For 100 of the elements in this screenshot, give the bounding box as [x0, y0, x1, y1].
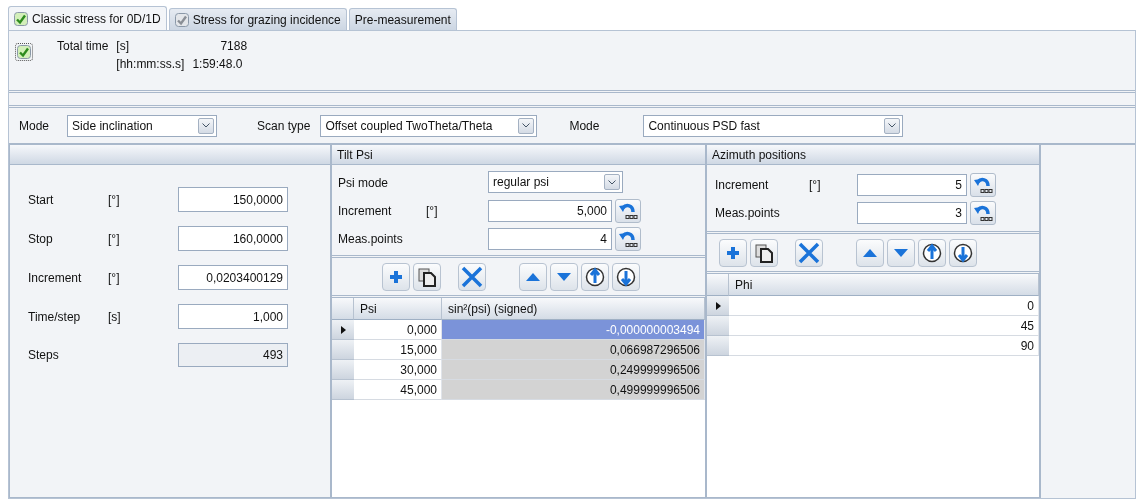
add-button[interactable] — [719, 238, 747, 267]
tab[interactable]: Classic stress for 0D/1D — [8, 6, 167, 30]
unit-label: [s] — [116, 39, 131, 53]
table-cell: -0,000000003494 — [442, 320, 705, 340]
number-field[interactable]: 4 — [488, 228, 612, 250]
plus-icon — [388, 268, 404, 285]
tab[interactable]: Stress for grazing incidence — [168, 8, 347, 30]
field-label: Increment — [28, 270, 83, 285]
triangle-down-icon — [893, 247, 909, 258]
reset-button[interactable] — [615, 227, 641, 251]
move-down-button[interactable] — [550, 262, 578, 291]
arrow-up-circle-icon — [922, 242, 942, 263]
checkmark-icon[interactable] — [174, 12, 189, 27]
number-field[interactable]: 150,0000 — [178, 187, 288, 212]
checkmark-icon[interactable] — [14, 11, 28, 26]
close-icon — [798, 241, 820, 264]
move-top-button[interactable] — [581, 262, 609, 291]
arrow-up-circle-icon — [585, 266, 605, 287]
field-label: Stop — [28, 231, 54, 246]
dropdown[interactable]: regular psi — [488, 171, 623, 193]
dropdown[interactable]: Continuous PSD fast — [643, 114, 904, 137]
table-cell: 0,066987296506 — [442, 340, 705, 360]
field-label: Time/step — [28, 309, 82, 324]
move-up-button[interactable] — [519, 262, 547, 291]
copy-button[interactable] — [750, 238, 778, 267]
move-bottom-button[interactable] — [949, 238, 977, 267]
add-button[interactable] — [382, 262, 410, 291]
field-label: Meas.points — [715, 206, 781, 220]
reset-button[interactable] — [970, 173, 996, 197]
unit-label: [°] — [108, 231, 121, 246]
table-cell: 45 — [729, 316, 1039, 336]
dropdown[interactable]: Side inclination — [67, 114, 218, 137]
field-label: Psi mode — [338, 176, 390, 190]
chevron-down-icon — [522, 123, 531, 128]
copy-icon — [417, 266, 437, 287]
move-down-button[interactable] — [887, 238, 915, 267]
column-header[interactable]: sin²(psi) (signed) — [442, 298, 705, 320]
unit-label: [°] — [809, 178, 822, 192]
table-cell: 90 — [729, 336, 1039, 356]
move-top-button[interactable] — [918, 238, 946, 267]
table-cell: 30,000 — [354, 360, 442, 380]
close-icon — [461, 265, 483, 288]
row-header[interactable] — [707, 296, 729, 316]
curved-arrow-icon — [618, 229, 638, 249]
row-header-corner — [707, 274, 729, 296]
delete-button[interactable] — [458, 262, 486, 291]
number-field[interactable]: 5,000 — [488, 200, 612, 222]
total-time-value: 1:59:48.0 — [192, 57, 244, 71]
total-time-value: 7188 — [220, 39, 248, 53]
mode-label: Mode — [569, 118, 600, 133]
table-cell: 0,249999996506 — [442, 360, 705, 380]
mode-label: Mode — [19, 118, 50, 133]
panel-header: Azimuth positions — [707, 145, 1039, 165]
plus-icon — [725, 244, 741, 261]
move-up-button[interactable] — [856, 238, 884, 267]
triangle-down-icon — [556, 271, 572, 282]
unit-label: [°] — [108, 270, 121, 285]
number-field[interactable]: 1,000 — [178, 304, 288, 329]
table-cell: 15,000 — [354, 340, 442, 360]
row-pointer-icon — [340, 325, 346, 334]
row-header[interactable] — [332, 320, 354, 340]
field-label: Steps — [28, 348, 60, 362]
curved-arrow-icon — [973, 175, 993, 195]
number-field[interactable]: 5 — [857, 174, 967, 196]
copy-button[interactable] — [413, 262, 441, 291]
curved-arrow-icon — [973, 203, 993, 223]
tab[interactable]: Pre-measurement — [348, 8, 457, 30]
reset-button[interactable] — [970, 201, 996, 225]
curved-arrow-icon — [618, 201, 638, 221]
field-label: Start — [28, 192, 55, 207]
unit-label: [°] — [426, 204, 439, 218]
triangle-up-icon — [525, 271, 541, 282]
row-header-corner — [332, 298, 354, 320]
number-field[interactable]: 0,0203400129 — [178, 265, 288, 290]
triangle-up-icon — [862, 247, 878, 258]
chevron-down-icon — [608, 179, 616, 185]
unit-label: [°] — [108, 192, 121, 207]
number-field[interactable]: 3 — [857, 202, 967, 224]
mode-label: Scan type — [257, 118, 311, 133]
chevron-down-icon — [202, 123, 211, 128]
move-bottom-button[interactable] — [612, 262, 640, 291]
dropdown[interactable]: Offset coupled TwoTheta/Theta — [320, 114, 538, 137]
number-field[interactable]: 160,0000 — [178, 226, 288, 251]
column-header[interactable]: Psi — [354, 298, 442, 320]
panel-header: Tilt Psi — [332, 145, 705, 165]
delete-button[interactable] — [795, 238, 823, 267]
copy-icon — [754, 242, 774, 263]
table-cell: 0,499999996506 — [442, 380, 705, 400]
table-cell: 0 — [729, 296, 1039, 316]
table-cell: 0,000 — [354, 320, 442, 340]
readonly-field: 493 — [178, 343, 288, 367]
field-label: Increment — [715, 178, 770, 192]
unit-label: [hh:mm:ss.s] — [116, 57, 185, 71]
arrow-down-circle-icon — [953, 242, 973, 263]
total-time-label: Total time — [57, 39, 109, 53]
chevron-down-icon — [888, 123, 897, 128]
field-label: Increment — [338, 204, 393, 218]
arrow-down-circle-icon — [616, 266, 636, 287]
reset-button[interactable] — [615, 199, 641, 223]
column-header[interactable]: Phi — [729, 274, 1039, 296]
